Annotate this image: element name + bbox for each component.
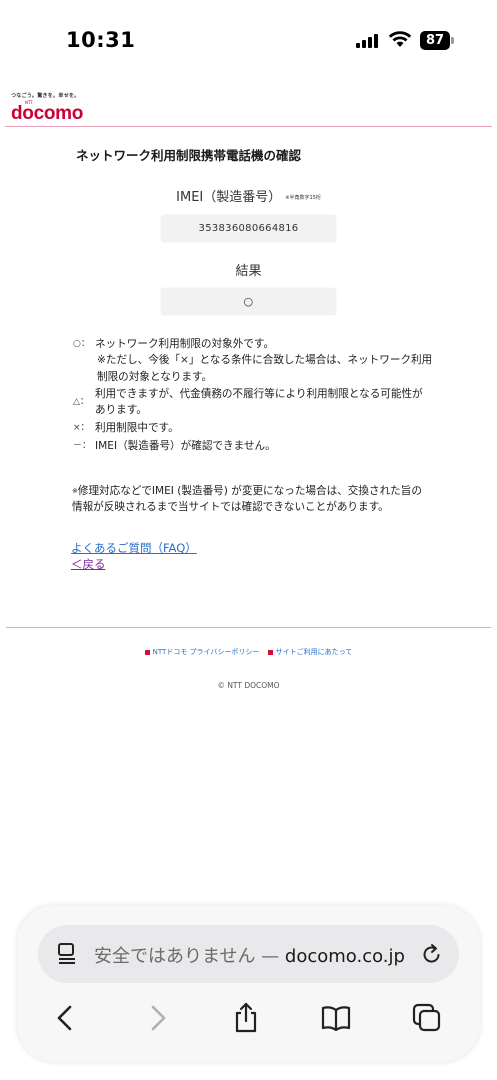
- cellular-signal-icon: [356, 34, 380, 48]
- browser-toolbar: 安全ではありません — docomo.co.jp: [17, 905, 480, 1062]
- tabs-icon[interactable]: [410, 1001, 444, 1035]
- footer-links: NTTドコモ プライバシーポリシー サイトご利用にあたって: [0, 647, 497, 657]
- bullet-square-icon: [267, 649, 273, 655]
- page-title: ネットワーク利用制限携帯電話機の確認: [76, 148, 302, 163]
- header-divider: [5, 126, 492, 127]
- legend-row-restricted: ×： 利用制限中です。: [73, 420, 433, 436]
- legend-row-ok-note: ※ただし、今後「×」となる条件に合致した場合は、ネットワーク利用制限の対象となり…: [97, 352, 433, 386]
- legend-row-unknown: －： IMEI（製造番号）が確認できません。: [73, 438, 433, 454]
- legend-symbol: ×：: [73, 423, 90, 433]
- back-arrow-icon[interactable]: [48, 1001, 82, 1035]
- legend-row-caution: △： 利用できますが、代金債務の不履行等により利用制限となる可能性があります。: [73, 386, 433, 418]
- faq-link[interactable]: よくあるご質問（FAQ）: [71, 540, 197, 556]
- privacy-policy-label: NTTドコモ プライバシーポリシー: [152, 648, 260, 656]
- battery-indicator: 87: [420, 31, 450, 50]
- status-bar: 10:31 87: [0, 0, 497, 80]
- url-text: 安全ではありません — docomo.co.jp: [94, 942, 405, 968]
- legend-text: 利用制限中です。: [95, 422, 179, 434]
- imei-label-text: IMEI（製造番号）: [176, 190, 282, 205]
- legend-text: ネットワーク利用制限の対象外です。: [95, 338, 275, 350]
- forward-arrow-icon[interactable]: [141, 1001, 175, 1035]
- imei-label: IMEI（製造番号） ※半角数字15桁: [0, 186, 497, 205]
- legend-symbol: △：: [73, 397, 89, 407]
- legend-text: ※ただし、今後「×」となる条件に合致した場合は、ネットワーク利用制限の対象となり…: [97, 354, 433, 383]
- imei-value-field: 353836080664816: [161, 215, 336, 242]
- site-terms-link[interactable]: サイトご利用にあたって: [267, 648, 353, 656]
- legend-text: 利用できますが、代金債務の不履行等により利用制限となる可能性があります。: [95, 388, 423, 416]
- footer-divider: [6, 627, 491, 628]
- status-time: 10:31: [66, 28, 136, 52]
- imei-change-note: ※修理対応などでIMEI (製造番号) が変更になった場合は、交換された旨の情報…: [72, 483, 432, 515]
- page-menu-icon[interactable]: [56, 942, 78, 966]
- legend-symbol: ○：: [73, 339, 90, 349]
- bookmarks-icon[interactable]: [319, 1001, 353, 1035]
- note-text: 修理対応などでIMEI (製造番号) が変更になった場合は、交換された旨の情報が…: [72, 485, 422, 513]
- legend-text: IMEI（製造番号）が確認できません。: [95, 440, 276, 452]
- result-legend: ○： ネットワーク利用制限の対象外です。 ※ただし、今後「×」となる条件に合致し…: [73, 336, 433, 454]
- legend-symbol: －：: [73, 441, 92, 451]
- back-link[interactable]: ＜戻る: [71, 556, 106, 572]
- site-terms-label: サイトご利用にあたって: [275, 648, 353, 656]
- reload-icon[interactable]: [420, 942, 444, 966]
- brand-logo-text: docomo: [11, 103, 84, 124]
- share-icon[interactable]: [229, 1001, 263, 1035]
- bullet-square-icon: [144, 649, 150, 655]
- url-domain: docomo.co.jp: [284, 946, 405, 967]
- privacy-policy-link[interactable]: NTTドコモ プライバシーポリシー: [144, 648, 260, 656]
- address-bar[interactable]: 安全ではありません — docomo.co.jp: [38, 925, 459, 983]
- battery-cap: [451, 37, 454, 44]
- legend-row-ok: ○： ネットワーク利用制限の対象外です。: [73, 336, 433, 352]
- copyright: © NTT DOCOMO: [217, 681, 280, 690]
- wifi-icon: [388, 31, 412, 47]
- brand-tagline: つなごう。驚きを。幸せを。: [11, 93, 80, 99]
- docomo-logo[interactable]: つなごう。驚きを。幸せを。 NTT docomo: [11, 92, 83, 125]
- result-label: 結果: [235, 264, 262, 279]
- url-security-warning: 安全ではありません —: [94, 946, 285, 967]
- result-value-field: ○: [161, 288, 336, 315]
- imei-note: ※半角数字15桁: [285, 195, 321, 201]
